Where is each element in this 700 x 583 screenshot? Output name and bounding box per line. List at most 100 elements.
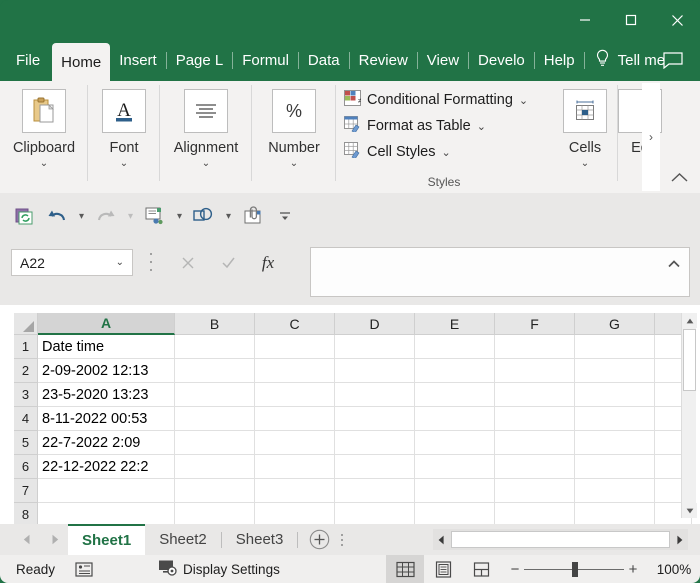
cell-g2[interactable] — [575, 359, 655, 383]
undo-dropdown-caret[interactable]: ▾ — [74, 201, 89, 231]
chevron-down-icon[interactable]: ⌄ — [290, 160, 298, 168]
ribbon-group-number[interactable]: % Number ⌄ — [252, 81, 336, 193]
cell-g3[interactable] — [575, 383, 655, 407]
ribbon-group-font[interactable]: A Font ⌄ — [88, 81, 160, 193]
sheet-tab-sheet3[interactable]: Sheet3 — [222, 524, 298, 555]
accessibility-checker-icon[interactable] — [75, 561, 94, 578]
cell-d6[interactable] — [335, 455, 415, 479]
conditional-formatting-button[interactable]: ≠ Conditional Formatting ⌄ — [344, 87, 552, 113]
chevron-down-icon[interactable]: ⌄ — [120, 160, 128, 168]
cell-e5[interactable] — [415, 431, 495, 455]
tab-file[interactable]: File — [0, 40, 52, 81]
cells-icon[interactable] — [563, 89, 607, 133]
vertical-scrollbar[interactable] — [681, 313, 696, 518]
zoom-level-label[interactable]: 100% — [648, 562, 700, 577]
cell-a5[interactable]: 22-7-2022 2:09 — [38, 431, 175, 455]
cell-g1[interactable] — [575, 335, 655, 359]
cell-f6[interactable] — [495, 455, 575, 479]
format-as-table-button[interactable]: Format as Table ⌄ — [344, 113, 552, 139]
cell-styles-button[interactable]: Cell Styles ⌄ — [344, 139, 552, 165]
tab-view[interactable]: View — [418, 40, 468, 81]
cell-g5[interactable] — [575, 431, 655, 455]
cell-e7[interactable] — [415, 479, 495, 503]
minimize-button[interactable] — [562, 0, 608, 40]
select-all-button[interactable] — [14, 313, 38, 335]
chevron-down-icon[interactable]: ⌄ — [581, 160, 589, 168]
chevron-down-icon[interactable]: ⌄ — [442, 146, 451, 159]
display-settings-button[interactable]: Display Settings — [158, 559, 280, 579]
row-header[interactable]: 2 — [14, 359, 38, 383]
cell-a2[interactable]: 2-09-2002 12:13 — [38, 359, 175, 383]
insert-function-button[interactable]: fx — [248, 249, 288, 276]
hscroll-left-icon[interactable] — [433, 529, 450, 550]
row-header[interactable]: 1 — [14, 335, 38, 359]
tab-help[interactable]: Help — [535, 40, 584, 81]
tab-next-icon[interactable] — [42, 527, 68, 553]
share-icon[interactable] — [140, 201, 170, 231]
cell-f5[interactable] — [495, 431, 575, 455]
sheet-tab-splitter[interactable] — [338, 524, 346, 555]
zoom-slider-thumb[interactable] — [572, 562, 578, 577]
shapes-icon[interactable] — [189, 201, 219, 231]
clipboard-icon[interactable] — [22, 89, 66, 133]
cell-e6[interactable] — [415, 455, 495, 479]
chevron-down-icon[interactable]: ⌄ — [40, 160, 48, 168]
attach-icon[interactable] — [238, 201, 268, 231]
page-break-icon[interactable] — [462, 555, 500, 583]
zoom-slider-track[interactable] — [524, 569, 624, 570]
hscroll-right-icon[interactable] — [671, 529, 688, 550]
cell-a3[interactable]: 23-5-2020 13:23 — [38, 383, 175, 407]
row-header[interactable]: 5 — [14, 431, 38, 455]
row-header[interactable]: 7 — [14, 479, 38, 503]
row-header[interactable]: 4 — [14, 407, 38, 431]
cell-b2[interactable] — [175, 359, 255, 383]
scroll-down-icon[interactable] — [682, 503, 697, 518]
redo-icon[interactable] — [91, 201, 121, 231]
chevron-down-icon[interactable]: ⌄ — [202, 160, 210, 168]
column-header-d[interactable]: D — [335, 313, 415, 335]
font-a-icon[interactable]: A — [102, 89, 146, 133]
chevron-down-icon[interactable]: ⌄ — [477, 120, 486, 133]
column-header-b[interactable]: B — [175, 313, 255, 335]
alignment-icon[interactable] — [184, 89, 228, 133]
tab-data[interactable]: Data — [299, 40, 349, 81]
row-header[interactable]: 3 — [14, 383, 38, 407]
cell-g4[interactable] — [575, 407, 655, 431]
row-header[interactable]: 6 — [14, 455, 38, 479]
cell-a4[interactable]: 8-11-2022 00:53 — [38, 407, 175, 431]
sheet-tab-sheet1[interactable]: Sheet1 — [68, 524, 145, 555]
zoom-out-button[interactable]: − — [506, 561, 524, 578]
cell-f3[interactable] — [495, 383, 575, 407]
column-header-a[interactable]: A — [38, 313, 175, 335]
enter-check-icon[interactable] — [208, 249, 248, 276]
shapes-dropdown-caret[interactable]: ▾ — [221, 201, 236, 231]
maximize-button[interactable] — [608, 0, 654, 40]
ribbon-group-alignment[interactable]: Alignment ⌄ — [160, 81, 252, 193]
cell-b7[interactable] — [175, 479, 255, 503]
chevron-down-icon[interactable]: ⌄ — [116, 257, 132, 268]
cell-f2[interactable] — [495, 359, 575, 383]
cell-e3[interactable] — [415, 383, 495, 407]
cell-a7[interactable] — [38, 479, 175, 503]
horizontal-scrollbar-thumb[interactable] — [451, 531, 670, 548]
tab-formulas[interactable]: Formul — [233, 40, 298, 81]
tab-prev-icon[interactable] — [14, 527, 40, 553]
percent-icon[interactable]: % — [272, 89, 316, 133]
undo-icon[interactable] — [42, 201, 72, 231]
cell-d4[interactable] — [335, 407, 415, 431]
column-header-f[interactable]: F — [495, 313, 575, 335]
formula-bar-expand-button[interactable] — [665, 256, 683, 272]
tab-page-layout[interactable]: Page L — [167, 40, 233, 81]
cell-c1[interactable] — [255, 335, 335, 359]
cell-c5[interactable] — [255, 431, 335, 455]
cell-e1[interactable] — [415, 335, 495, 359]
cell-b3[interactable] — [175, 383, 255, 407]
cell-c4[interactable] — [255, 407, 335, 431]
cell-a1[interactable]: Date time — [38, 335, 175, 359]
close-button[interactable] — [654, 0, 700, 40]
cell-c6[interactable] — [255, 455, 335, 479]
redo-dropdown-caret[interactable]: ▾ — [123, 201, 138, 231]
share-dropdown-caret[interactable]: ▾ — [172, 201, 187, 231]
cell-d3[interactable] — [335, 383, 415, 407]
sheet-tab-sheet2[interactable]: Sheet2 — [145, 524, 221, 555]
